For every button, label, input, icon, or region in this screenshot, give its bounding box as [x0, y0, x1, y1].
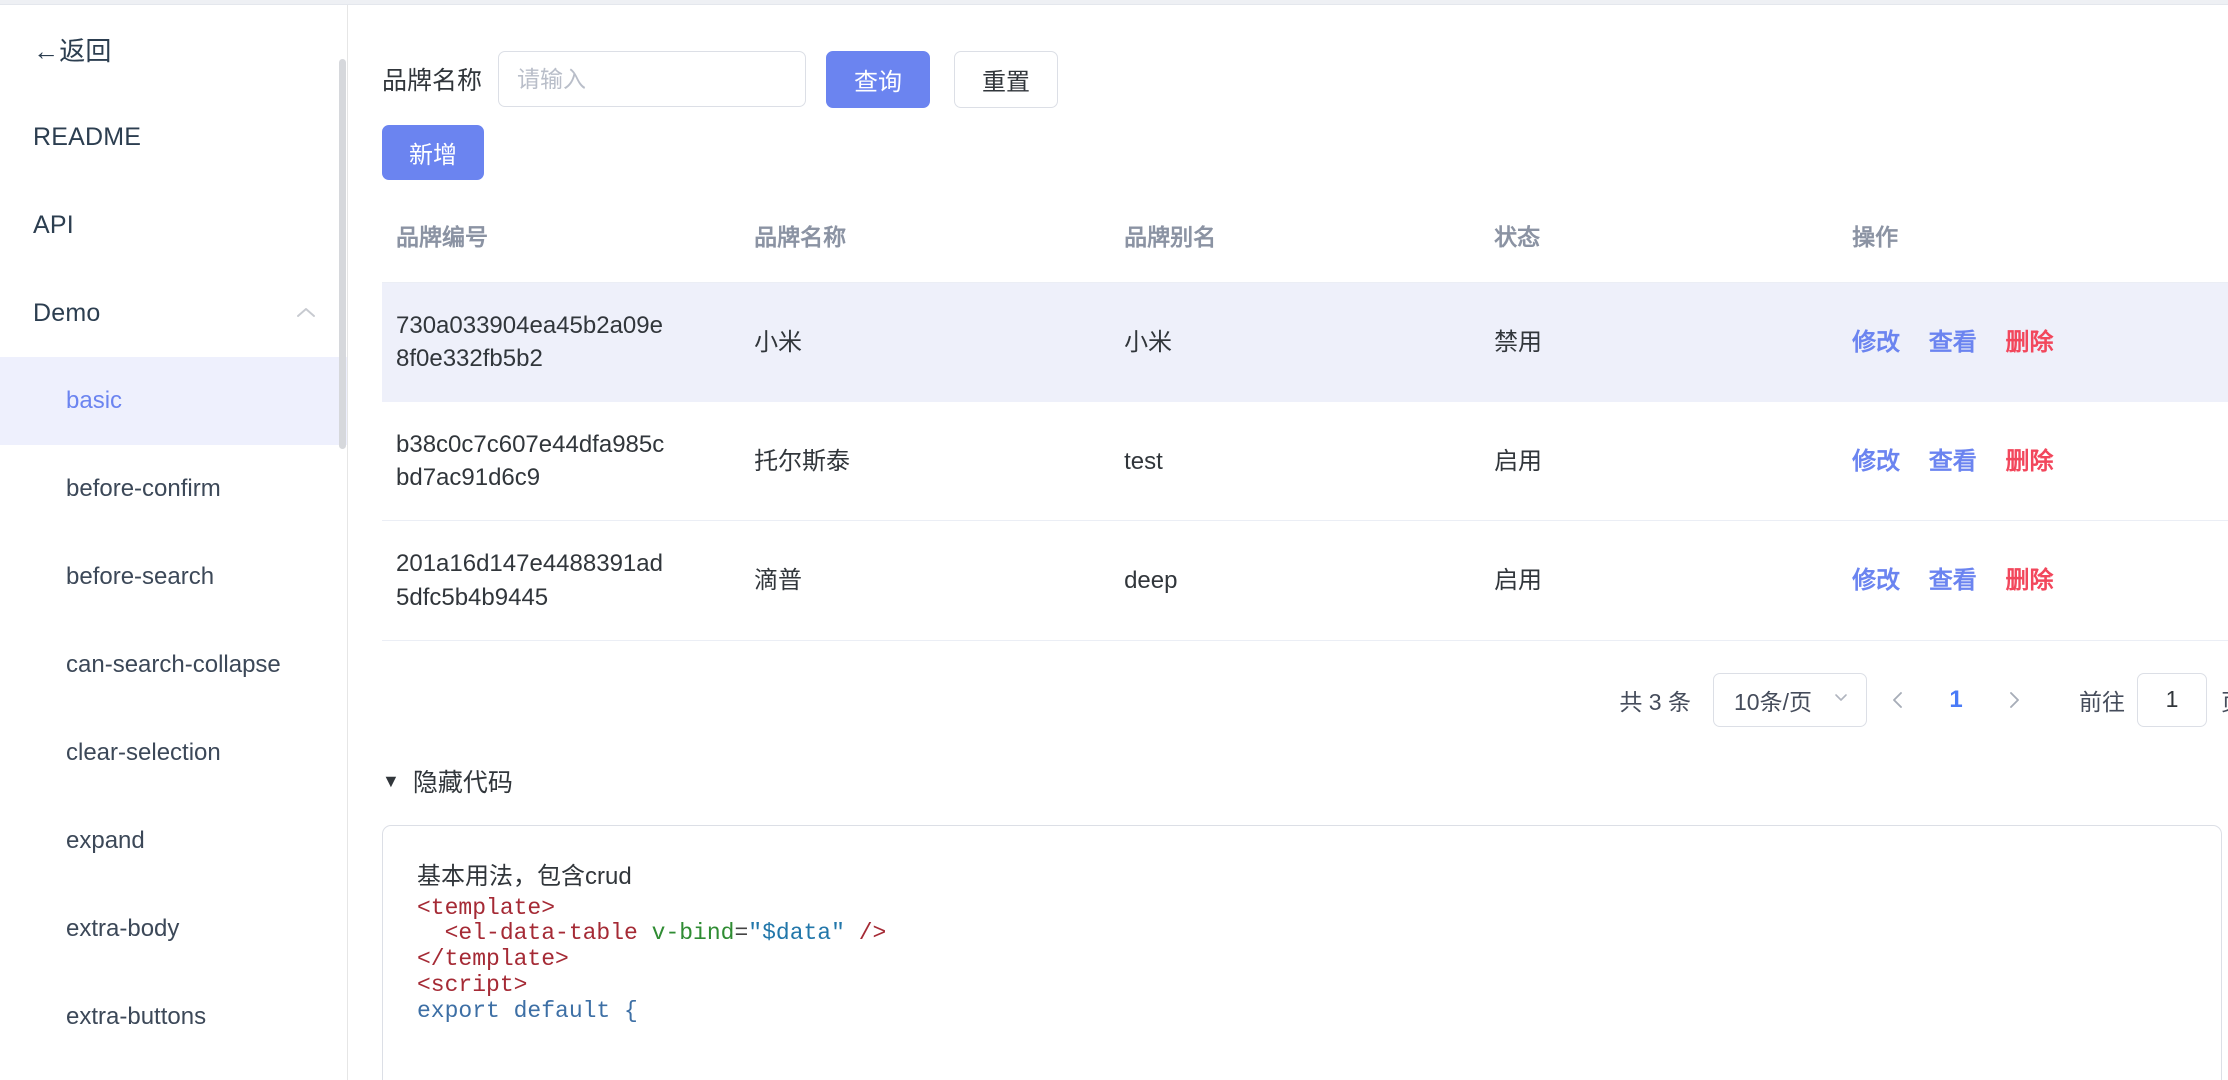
sidebar-item-label: API [33, 210, 74, 239]
cell-brand-alias: deep [1110, 520, 1481, 641]
cell-brand-alias: 小米 [1110, 282, 1481, 403]
toggle-code-label: 隐藏代码 [412, 768, 513, 797]
delete-link[interactable]: 删除 [2005, 448, 2053, 475]
sidebar-scrollbar-thumb[interactable] [339, 59, 346, 449]
column-header-brand-name: 品牌名称 [740, 218, 1111, 283]
code-description: 基本用法，包含crud [417, 862, 632, 890]
add-button[interactable]: 新增 [382, 125, 484, 180]
sidebar-item-extra-buttons[interactable]: extra-buttons [0, 973, 347, 1061]
pagination-page-unit: 页 [2221, 683, 2228, 717]
sidebar-subitem-label: can-search-collapse [66, 651, 281, 678]
code-line: <template> [417, 894, 556, 921]
cell-brand-id: b38c0c7c607e44dfa985cbd7ac91d6c9 [382, 401, 741, 522]
view-link[interactable]: 查看 [1929, 329, 1977, 356]
cell-status: 启用 [1480, 520, 1839, 641]
sidebar-item-label: README [33, 122, 142, 151]
pagination-goto-label: 前往 [2079, 688, 2125, 715]
cell-status: 禁用 [1480, 282, 1839, 403]
table-row[interactable]: 730a033904ea45b2a09e8f0e332fb5b2 小米 小米 禁… [382, 282, 2228, 403]
code-block: 基本用法，包含crud <template> <el-data-table v-… [382, 824, 2222, 1080]
query-button[interactable]: 查询 [826, 50, 931, 108]
sidebar-subitem-label: extra-buttons [66, 1003, 207, 1030]
cell-operations: 修改 查看 删除 [1838, 282, 2228, 403]
sidebar-item-expand[interactable]: expand [0, 797, 347, 885]
cell-status: 启用 [1480, 401, 1839, 522]
cell-brand-name: 托尔斯泰 [740, 401, 1111, 522]
column-header-operations: 操作 [1838, 218, 2228, 283]
sidebar-item-before-search[interactable]: before-search [0, 533, 347, 621]
view-link[interactable]: 查看 [1929, 567, 1977, 594]
sidebar-item-clear-selection[interactable]: clear-selection [0, 709, 347, 797]
sidebar-back-link[interactable]: ←返回 [0, 5, 347, 93]
pagination: 共 3 条 10条/页 1 前往 页 [382, 667, 2228, 733]
app-root: ←返回 README API Demo basic before-confirm… [0, 5, 2228, 1080]
chevron-down-icon [1830, 686, 1852, 714]
column-header-status: 状态 [1480, 218, 1839, 283]
table-header-row: 品牌编号 品牌名称 品牌别名 状态 操作 [382, 218, 2228, 283]
page-number-1[interactable]: 1 [1935, 686, 1977, 714]
search-field-label: 品牌名称 [382, 67, 483, 95]
cell-brand-alias: test [1110, 401, 1481, 522]
delete-link[interactable]: 删除 [2005, 567, 2053, 594]
code-line: <script> [417, 971, 528, 998]
column-header-brand-alias: 品牌别名 [1110, 218, 1481, 283]
sidebar-subitem-label: clear-selection [66, 739, 221, 766]
prev-page-button[interactable] [1875, 677, 1921, 723]
edit-link[interactable]: 修改 [1852, 329, 1900, 356]
pagination-total: 共 3 条 [1619, 688, 1691, 715]
cell-brand-id: 201a16d147e4488391ad5dfc5b4b9445 [382, 520, 741, 641]
page-jump-input[interactable] [2137, 672, 2207, 727]
triangle-down-icon: ▼ [382, 770, 400, 791]
data-table: 品牌编号 品牌名称 品牌别名 状态 操作 730a033904ea45b2a09… [382, 218, 2228, 641]
cell-brand-id: 730a033904ea45b2a09e8f0e332fb5b2 [382, 282, 741, 403]
table-row[interactable]: b38c0c7c607e44dfa985cbd7ac91d6c9 托尔斯泰 te… [382, 401, 2228, 522]
search-input[interactable] [498, 51, 807, 107]
sidebar-scrollbar[interactable] [338, 5, 347, 1080]
column-header-brand-id: 品牌编号 [382, 218, 741, 283]
cell-brand-name: 小米 [740, 282, 1111, 403]
sidebar-subitem-label: extra-body [66, 915, 180, 942]
sidebar-subitem-label: before-search [66, 563, 215, 590]
table-row[interactable]: 201a16d147e4488391ad5dfc5b4b9445 滴普 deep… [382, 520, 2228, 641]
search-form: 品牌名称 查询 重置 [348, 5, 2228, 109]
sidebar-group-label: Demo [33, 298, 101, 327]
sidebar: ←返回 README API Demo basic before-confirm… [0, 5, 348, 1080]
sidebar-item-api[interactable]: API [0, 181, 347, 269]
sidebar-back-label: ←返回 [33, 35, 112, 66]
edit-link[interactable]: 修改 [1852, 448, 1900, 475]
sidebar-item-readme[interactable]: README [0, 93, 347, 181]
code-line: </template> [417, 946, 569, 973]
sidebar-item-can-search-collapse[interactable]: can-search-collapse [0, 621, 347, 709]
cell-operations: 修改 查看 删除 [1838, 520, 2228, 641]
toggle-code-button[interactable]: ▼ 隐藏代码 [382, 763, 2228, 799]
code-line: export default { [417, 997, 638, 1024]
view-link[interactable]: 查看 [1929, 448, 1977, 475]
code-source: <template> <el-data-table v-bind="$data"… [417, 894, 887, 1024]
edit-link[interactable]: 修改 [1852, 567, 1900, 594]
page-size-select[interactable]: 10条/页 [1713, 672, 1867, 727]
cell-operations: 修改 查看 删除 [1838, 401, 2228, 522]
sidebar-item-basic[interactable]: basic [0, 357, 347, 445]
chevron-up-icon [293, 300, 319, 326]
next-page-button[interactable] [1991, 677, 2037, 723]
main-content: 品牌名称 查询 重置 新增 品牌编号 品牌名称 品牌别名 状态 操作 [348, 5, 2228, 1080]
sidebar-item-before-confirm[interactable]: before-confirm [0, 445, 347, 533]
cell-brand-name: 滴普 [740, 520, 1111, 641]
reset-button[interactable]: 重置 [954, 50, 1059, 108]
sidebar-subitem-label: basic [66, 387, 123, 414]
sidebar-item-extra-body[interactable]: extra-body [0, 885, 347, 973]
sidebar-subitem-label: before-confirm [66, 475, 221, 502]
sidebar-group-demo[interactable]: Demo [0, 269, 347, 357]
delete-link[interactable]: 删除 [2005, 329, 2053, 356]
table-toolbar: 新增 [348, 109, 2228, 180]
page-size-value: 10条/页 [1734, 688, 1812, 715]
sidebar-subitem-label: expand [66, 827, 145, 854]
